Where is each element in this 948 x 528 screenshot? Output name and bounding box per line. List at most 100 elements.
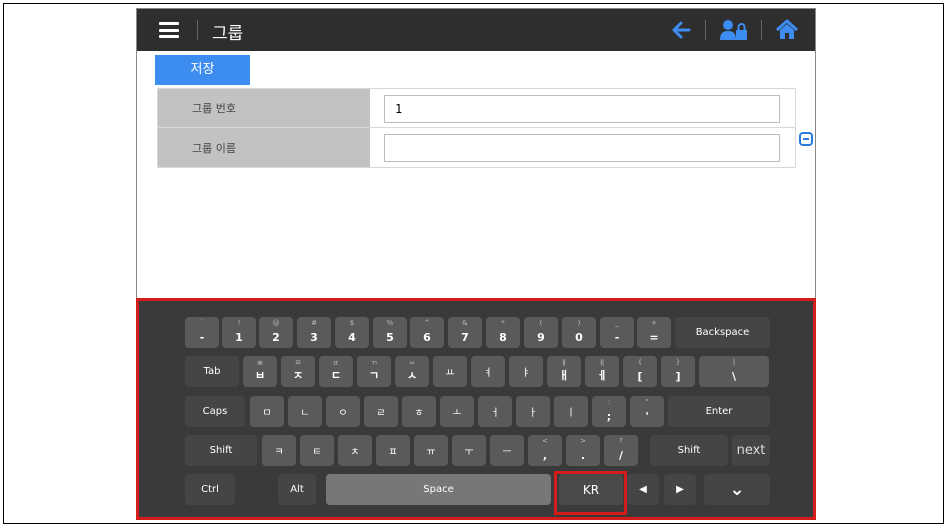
key-label: ㅐ <box>558 369 570 382</box>
menu-icon[interactable] <box>159 22 179 38</box>
key-3-6[interactable]: ㅜ <box>452 435 486 466</box>
key-label: ㅔ <box>596 369 608 382</box>
key-2-11[interactable]: " ' <box>630 396 664 427</box>
key-2-3[interactable]: ㅇ <box>326 396 360 427</box>
key-1-10[interactable]: ㅖㅔ <box>585 356 619 387</box>
key-1-3[interactable]: ㄸㄷ <box>319 356 353 387</box>
key-2-9[interactable]: ㅣ <box>554 396 588 427</box>
key-3-5[interactable]: ㅠ <box>414 435 448 466</box>
group-name-field[interactable] <box>384 134 780 162</box>
key-shift-label: $ <box>349 319 355 327</box>
key-1-9[interactable]: ㅒㅐ <box>547 356 581 387</box>
key-0-12[interactable]: + = <box>637 317 671 348</box>
key-2-0[interactable]: Caps <box>185 396 245 427</box>
key-shift-label: * <box>501 319 505 327</box>
key-1-12[interactable]: }] <box>661 356 695 387</box>
key-label: ㅌ <box>312 447 322 458</box>
key-3-10[interactable]: ? / <box>604 435 638 466</box>
key-2-12[interactable]: Enter <box>668 396 770 427</box>
key-shift-label: % <box>386 319 394 327</box>
key-3-0[interactable]: Shift <box>185 435 257 466</box>
key-label: ㅍ <box>388 447 398 458</box>
key-0-6[interactable]: ^ 6 <box>410 317 444 348</box>
key-label: ㅋ <box>274 447 284 458</box>
key-4-0[interactable]: Ctrl <box>185 474 235 505</box>
key-0-2[interactable]: @2 <box>259 317 293 348</box>
key-1-8[interactable]: ㅑ <box>509 356 543 387</box>
key-2-1[interactable]: ㅁ <box>250 396 284 427</box>
key-1-7[interactable]: ㅕ <box>471 356 505 387</box>
key-2-2[interactable]: ㄴ <box>288 396 322 427</box>
back-arrow-icon[interactable] <box>671 19 691 41</box>
key-3-4[interactable]: ㅍ <box>376 435 410 466</box>
key-0-3[interactable]: #3 <box>297 317 331 348</box>
key-label: 0 <box>575 331 583 344</box>
key-label: ㅅ <box>406 369 418 382</box>
key-0-9[interactable]: (9 <box>524 317 558 348</box>
key-label: 2 <box>272 331 280 344</box>
key-3-12[interactable]: next <box>732 435 770 466</box>
key-label: ㅊ <box>350 447 360 458</box>
key-0-1[interactable]: ! 1 <box>222 317 256 348</box>
key-label: Backspace <box>695 327 750 338</box>
key-label: . <box>580 449 586 462</box>
form-row-group-name: 그룹 이름 <box>158 128 795 167</box>
key-label: ㄷ <box>330 369 342 382</box>
key-3-1[interactable]: ㅋ <box>262 435 296 466</box>
group-number-field[interactable]: 1 <box>384 95 780 123</box>
page-title: 그룹 <box>212 24 244 44</box>
key-2-4[interactable]: ㄹ <box>364 396 398 427</box>
key-shift-label: ) <box>577 319 581 327</box>
key-label: Enter <box>705 406 733 417</box>
key-1-1[interactable]: ㅃㅂ <box>243 356 277 387</box>
key-1-5[interactable]: ㅆㅅ <box>395 356 429 387</box>
key-2-6[interactable]: ㅗ <box>440 396 474 427</box>
key-1-0[interactable]: Tab <box>185 356 239 387</box>
key-label: ㅣ <box>566 408 576 419</box>
key-0-4[interactable]: $4 <box>335 317 369 348</box>
key-2-8[interactable]: ㅏ <box>516 396 550 427</box>
key-0-5[interactable]: % 5 <box>373 317 407 348</box>
key-4-2[interactable]: Space <box>326 474 551 505</box>
key-label: ㄱ <box>368 369 380 382</box>
key-1-2[interactable]: ㅉㅈ <box>281 356 315 387</box>
key-2-10[interactable]: :; <box>592 396 626 427</box>
key-4-4[interactable]: ◀ <box>627 474 659 505</box>
key-label: ㅈ <box>292 369 304 382</box>
key-0-0[interactable]: ` - <box>185 317 219 348</box>
key-2-7[interactable]: ㅓ <box>478 396 512 427</box>
key-1-11[interactable]: {[ <box>623 356 657 387</box>
group-number-label: 그룹 번호 <box>158 89 370 127</box>
key-0-7[interactable]: & 7 <box>448 317 482 348</box>
key-2-5[interactable]: ㅎ <box>402 396 436 427</box>
key-shift-label: & <box>462 319 468 327</box>
key-0-10[interactable]: ) 0 <box>562 317 596 348</box>
key-3-8[interactable]: <, <box>528 435 562 466</box>
key-label: ㅁ <box>262 408 272 419</box>
key-shift-label: + <box>651 319 657 327</box>
key-3-9[interactable]: >. <box>566 435 600 466</box>
key-label: ㄹ <box>376 408 386 419</box>
key-shift-label: > <box>580 437 586 445</box>
key-4-1[interactable]: Alt <box>278 474 316 505</box>
key-3-11[interactable]: Shift <box>650 435 728 466</box>
key-3-3[interactable]: ㅊ <box>338 435 372 466</box>
key-label: ㅠ <box>426 447 436 458</box>
key-3-2[interactable]: ㅌ <box>300 435 334 466</box>
key-shift-label: < <box>542 437 548 445</box>
key-label: ◀ <box>639 484 647 495</box>
key-0-8[interactable]: * 8 <box>486 317 520 348</box>
user-lock-icon[interactable] <box>719 19 749 41</box>
key-1-6[interactable]: ㅛ <box>433 356 467 387</box>
key-4-6[interactable]: ⌄ <box>704 474 770 505</box>
key-1-4[interactable]: ㄲㄱ <box>357 356 391 387</box>
key-1-13[interactable]: | \ <box>699 356 769 387</box>
save-button[interactable]: 저장 <box>155 55 250 85</box>
key-0-11[interactable]: _ - <box>600 317 634 348</box>
key-3-7[interactable]: ㅡ <box>490 435 524 466</box>
key-0-13[interactable]: Backspace <box>675 317 770 348</box>
key-4-5[interactable]: ▶ <box>664 474 696 505</box>
key-shift-label: ? <box>619 437 623 445</box>
keyboard-toggle-icon[interactable] <box>799 132 813 146</box>
home-icon[interactable] <box>775 19 799 41</box>
